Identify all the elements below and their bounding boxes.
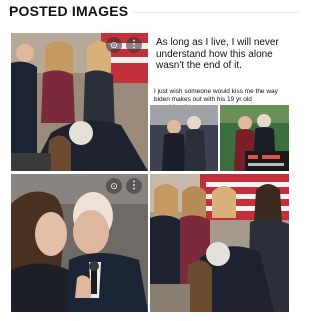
more-icon[interactable]: ⋮	[126, 178, 142, 194]
meme-photo-strip	[150, 105, 289, 171]
photo-crowd-kiss-wide	[150, 174, 289, 312]
gallery-scroll-area	[289, 33, 296, 312]
posted-image-tile-3[interactable]: ⊙ ⋮	[11, 174, 148, 312]
photo-crowd-kiss	[11, 33, 148, 171]
posted-image-tile-1[interactable]: ⊙ ⋮	[11, 33, 148, 171]
meme-caption-large: As long as I live, I will never understa…	[156, 37, 279, 71]
posted-image-tile-4[interactable]	[150, 174, 289, 312]
search-icon[interactable]: ⊙	[106, 178, 122, 194]
photo-close-kiss	[11, 174, 148, 312]
header-divider	[133, 12, 299, 13]
section-title: POSTED IMAGES	[9, 3, 129, 19]
search-icon[interactable]: ⊙	[106, 37, 122, 53]
posted-image-tile-2[interactable]: As long as I live, I will never understa…	[150, 33, 289, 171]
more-icon[interactable]: ⋮	[126, 37, 142, 53]
section-header: POSTED IMAGES	[9, 2, 299, 20]
